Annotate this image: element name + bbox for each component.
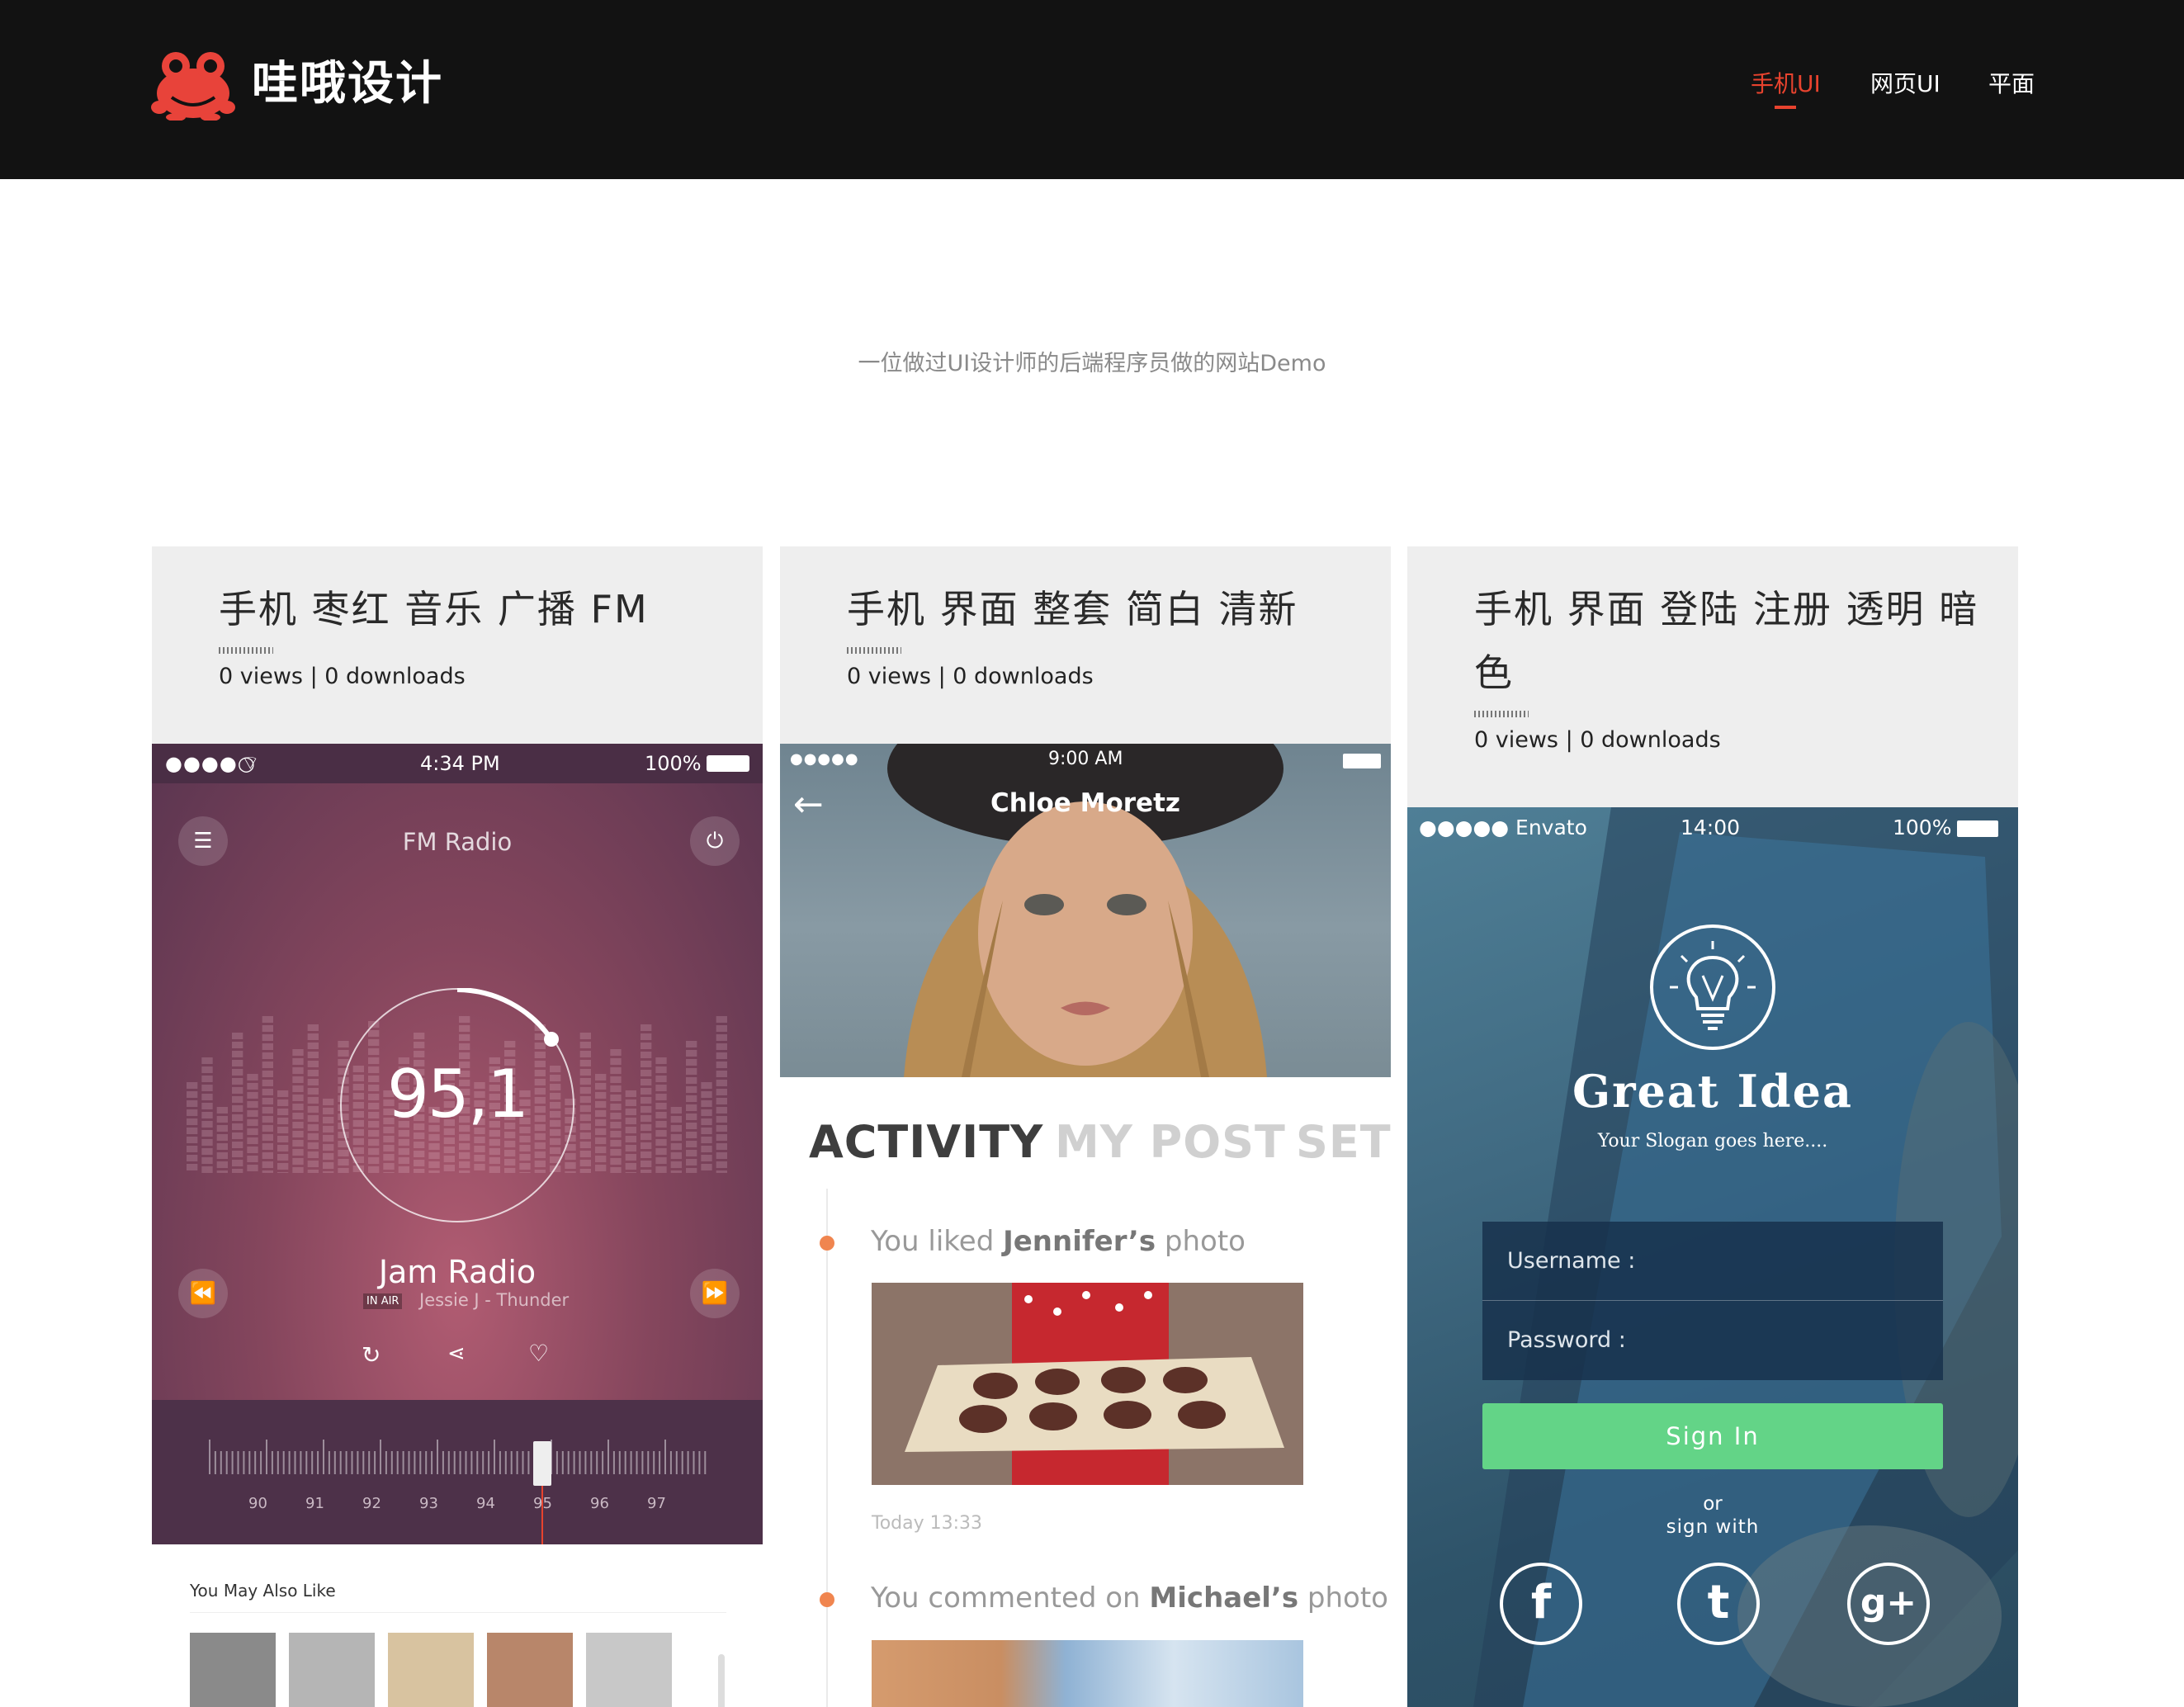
status-time: 4:34 PM [420,752,500,775]
card-stats: 0 views | 0 downloads [847,664,1094,689]
related-section: You May Also Like [152,1544,763,1707]
comment-photo [872,1640,1303,1707]
app-name: Great Idea [1572,1065,1854,1118]
tick-label: 96 [590,1495,609,1512]
station-name: Jam Radio [378,1254,537,1290]
card-title[interactable]: 手机 界面 整套 简白 清新 [847,578,1359,641]
screen-title: FM Radio [402,828,513,856]
battery-icon [707,755,749,772]
frequency-value: 95,1 [386,1056,529,1132]
top-navbar: 哇哦设计 手机UI 网页UI 平面 [0,0,2184,179]
on-air-badge: IN AIR [363,1293,403,1309]
tick-label: 95 [533,1495,552,1512]
timeline-line [826,1189,828,1707]
card-header: 手机 界面 登陆 注册 透明 暗色 0 views | 0 downloads [1407,546,2018,807]
app-slogan: Your Slogan goes here.... [1597,1131,1828,1151]
tuner-ticks [209,1440,707,1474]
or-label: or [1703,1493,1723,1515]
track-name: Jessie J - Thunder [419,1290,570,1310]
card-header: 手机 枣红 音乐 广播 FM 0 views | 0 downloads [152,546,763,744]
repeat-icon: ↻ [362,1341,381,1369]
feed-item-text: You commented on Michael’s photo [871,1582,1388,1615]
scrollbar[interactable] [718,1654,725,1707]
thumbnail [388,1633,474,1707]
thumbnail [289,1633,375,1707]
timestamp: Today 13:33 [872,1513,983,1534]
status-bar: ●●●●○ ⌔ 4:34 PM 100% [152,744,763,783]
card-preview-image[interactable]: ●●●●● 9:00 AM ← Chloe Moretz [780,744,1391,1077]
tuner-scale: 90 91 92 93 94 95 96 97 [152,1400,763,1544]
share-icon: ⋖ [447,1341,466,1366]
tick-label: 90 [248,1495,267,1512]
tab-activity[interactable]: ACTIVITY [809,1116,1043,1168]
muffins-photo [872,1283,1303,1485]
card-fm-radio[interactable]: 手机 枣红 音乐 广播 FM 0 views | 0 downloads ●●●… [152,546,763,1707]
timeline-dot [820,1592,834,1607]
signal-icon: ●●●●● [790,750,859,768]
frog-logo-icon[interactable] [151,48,235,121]
battery-text: 100% [645,752,702,775]
thumbnail [487,1633,573,1707]
battery-text: 100% [1893,816,1952,839]
heart-icon: ♡ [528,1340,550,1367]
card-header: 手机 界面 整套 简白 清新 0 views | 0 downloads [780,546,1391,744]
wifi-icon: ⌔ [241,751,260,774]
sign-in-button[interactable]: Sign In [1482,1403,1943,1469]
tick-label: 97 [647,1495,666,1512]
card-divider [847,647,901,654]
card-preview-image[interactable]: ●●●●○ ⌔ 4:34 PM 100% ☰ FM Radio ⏻ 95,1 J… [152,744,763,1544]
tick-label: 93 [419,1495,438,1512]
username-field[interactable]: Username : [1482,1222,1943,1301]
site-subtitle: 一位做过UI设计师的后端程序员做的网站Demo [858,351,1326,376]
password-field[interactable]: Password : [1482,1301,1943,1380]
status-time: 9:00 AM [1048,749,1123,769]
card-stats: 0 views | 0 downloads [1474,727,1721,753]
tab-settings[interactable]: SETT [1296,1116,1391,1168]
forward-icon: ⏩ [690,1269,740,1318]
card-preview-image[interactable]: ●●●●● Envato 14:00 100% Great Idea Your … [1407,807,2018,1707]
status-time: 14:00 [1681,816,1741,839]
divider [190,1612,726,1613]
thumbnail [190,1633,276,1707]
card-title[interactable]: 手机 界面 登陆 注册 透明 暗色 [1474,578,1986,705]
card-divider [219,647,273,654]
power-icon: ⏻ [690,816,740,866]
tuner-slider-handle [533,1441,551,1486]
google-plus-icon[interactable]: g+ [1847,1563,1930,1645]
timeline-dot [820,1236,834,1251]
twitter-icon[interactable]: t [1677,1563,1760,1645]
card-clean-white[interactable]: 手机 界面 整套 简白 清新 0 views | 0 downloads ●●●… [780,546,1391,1707]
nav-mobile-ui[interactable]: 手机UI [1751,68,1821,101]
card-divider [1474,711,1529,717]
tick-label: 94 [476,1495,495,1512]
nav-web-ui[interactable]: 网页UI [1870,68,1941,101]
card-login-dark[interactable]: 手机 界面 登陆 注册 透明 暗色 0 views | 0 downloads … [1407,546,2018,1707]
battery-icon [1343,754,1381,768]
brand-name[interactable]: 哇哦设计 [252,54,443,114]
carrier-text: ●●●●● Envato [1419,816,1587,839]
card-stats: 0 views | 0 downloads [219,664,466,689]
battery-icon [1957,820,1998,837]
tab-my-post[interactable]: MY POST [1055,1116,1286,1168]
thumbnail [586,1633,672,1707]
nav-print[interactable]: 平面 [1988,68,2035,101]
profile-name: Chloe Moretz [990,788,1180,818]
rewind-icon: ⏪ [178,1269,228,1318]
feed-item-text: You liked Jennifer’s photo [871,1225,1246,1258]
facebook-icon[interactable]: f [1500,1563,1582,1645]
lightbulb-icon [1650,924,1775,1050]
tick-label: 92 [362,1495,381,1512]
active-nav-indicator [1775,106,1796,109]
sign-with-label: sign with [1666,1516,1760,1538]
related-label: You May Also Like [190,1581,336,1601]
tick-label: 91 [305,1495,324,1512]
card-title[interactable]: 手机 枣红 音乐 广播 FM [219,578,730,641]
tuner-labels: 90 91 92 93 94 95 96 97 [152,1495,763,1520]
